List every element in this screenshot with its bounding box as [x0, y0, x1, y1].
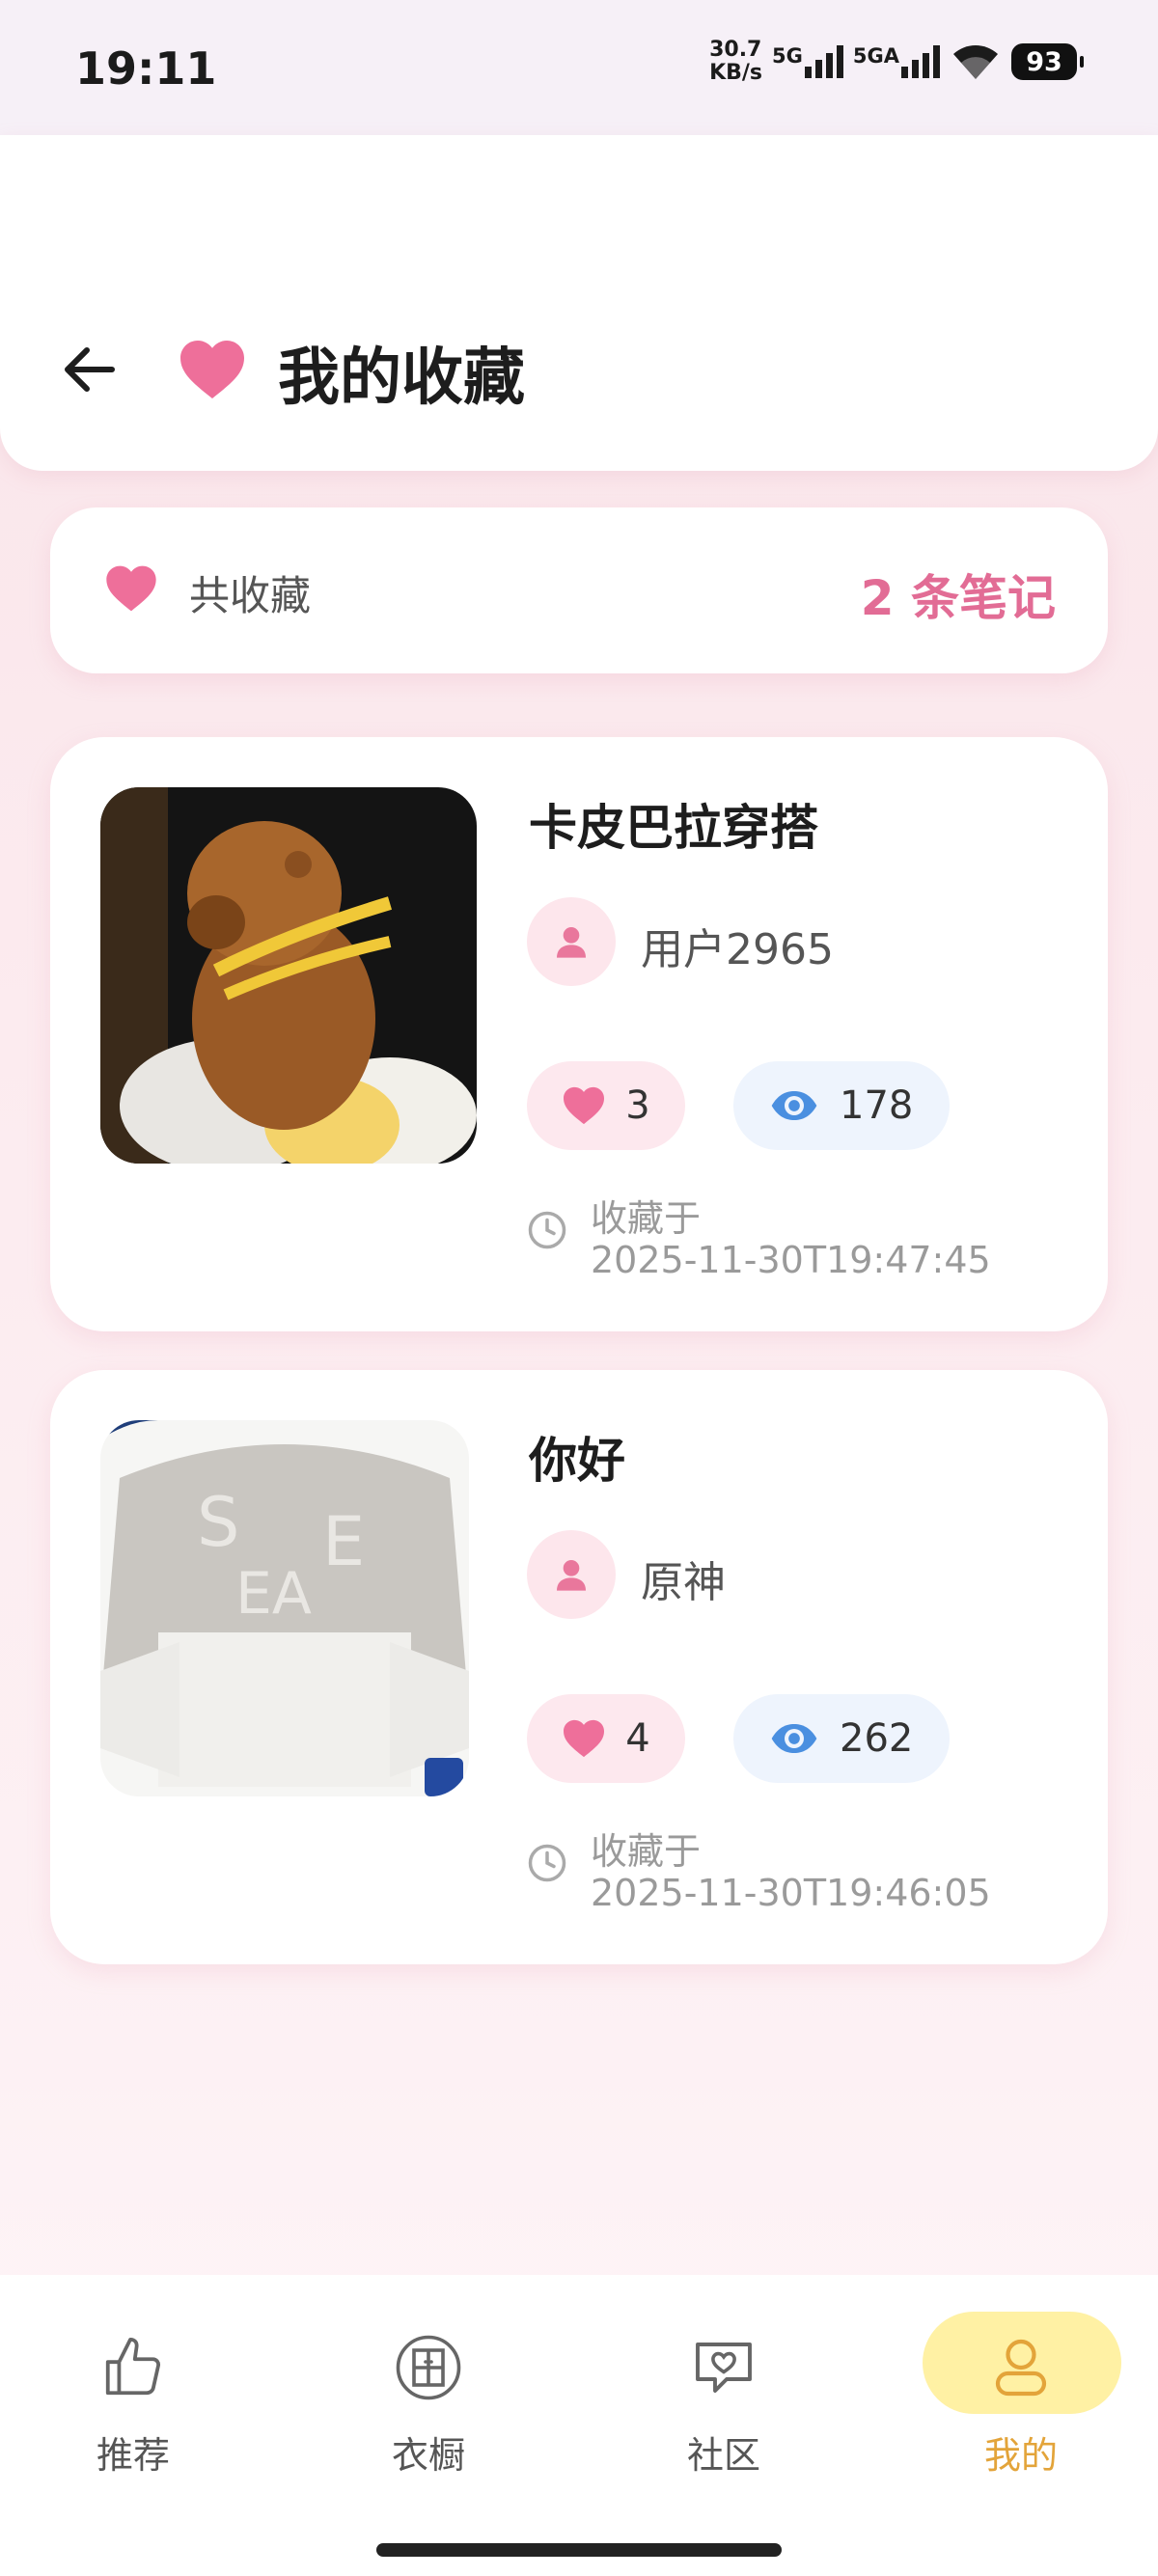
- clock-icon: [528, 1844, 566, 1882]
- wifi-icon: [953, 45, 998, 79]
- wardrobe-icon: [396, 2335, 461, 2400]
- author-avatar[interactable]: [527, 897, 616, 986]
- heart-icon: [180, 341, 244, 398]
- nav-label: 我的: [983, 2434, 1058, 2477]
- user-icon: [557, 927, 586, 958]
- signal-5ga: 5GA: [853, 45, 940, 78]
- note-title: 卡皮巴拉穿搭: [529, 800, 818, 856]
- summary-count: 2 条笔记: [860, 570, 1056, 626]
- page-title: 我的收藏: [278, 343, 525, 414]
- signal-bars-icon: [901, 45, 940, 78]
- nav-item-wardrobe[interactable]: 衣橱: [332, 2327, 525, 2481]
- svg-text:EA: EA: [235, 1560, 312, 1628]
- nav-item-community[interactable]: 社区: [627, 2327, 820, 2481]
- user-icon: [557, 1560, 586, 1591]
- header: [0, 135, 1158, 471]
- nav-label: 社区: [686, 2434, 760, 2477]
- clock-icon: [528, 1211, 566, 1249]
- bottom-navigation: 推荐 衣橱 社区 我的: [0, 2275, 1158, 2576]
- like-count: 4: [625, 1716, 650, 1761]
- view-count-badge: 262: [733, 1694, 951, 1783]
- network-speed: 30.7 KB/s: [709, 38, 763, 85]
- status-bar: 19:11 30.7 KB/s 5G 5GA 93: [0, 0, 1158, 135]
- heart-icon: [564, 1086, 605, 1125]
- like-count: 3: [625, 1083, 650, 1128]
- author-name[interactable]: 原神: [641, 1548, 726, 1609]
- favorite-note-card[interactable]: 卡皮巴拉穿搭 用户2965 3 178 收藏于 2025-11-30T19:47…: [50, 737, 1108, 1331]
- thumbs-up-icon: [105, 2337, 161, 2396]
- favorite-note-card[interactable]: S E EA 你好 原神 4 262 收藏于 2025-11-30T19:46:…: [50, 1370, 1108, 1964]
- view-count: 262: [840, 1716, 914, 1761]
- author-avatar[interactable]: [527, 1530, 616, 1619]
- signal-5g: 5G: [772, 45, 843, 78]
- like-count-badge[interactable]: 3: [527, 1061, 685, 1150]
- chat-heart-icon: [696, 2343, 752, 2393]
- favorited-time: 2025-11-30T19:47:45: [591, 1239, 991, 1281]
- favorited-label: 收藏于: [591, 1197, 702, 1240]
- heart-icon: [564, 1719, 605, 1758]
- capybara-plush-image: [100, 787, 477, 1164]
- view-count: 178: [840, 1083, 914, 1128]
- user-icon: [995, 2339, 1047, 2397]
- svg-text:S: S: [197, 1483, 239, 1562]
- status-time: 19:11: [75, 42, 217, 95]
- sweater-image: S E EA: [100, 1420, 469, 1796]
- note-thumbnail[interactable]: [100, 787, 477, 1164]
- favorites-summary: 共收藏 2 条笔记: [50, 507, 1108, 673]
- note-thumbnail[interactable]: S E EA: [100, 1420, 469, 1796]
- like-count-badge[interactable]: 4: [527, 1694, 685, 1783]
- nav-item-recommend[interactable]: 推荐: [37, 2327, 230, 2481]
- heart-icon: [106, 565, 156, 612]
- summary-label: 共收藏: [189, 572, 312, 619]
- nav-item-me[interactable]: 我的: [924, 2327, 1117, 2481]
- battery-indicator: 93: [1011, 43, 1084, 80]
- note-title: 你好: [529, 1433, 625, 1489]
- back-button[interactable]: [54, 335, 124, 404]
- svg-text:E: E: [322, 1502, 365, 1581]
- signal-bars-icon: [804, 45, 843, 78]
- eye-icon: [771, 1091, 817, 1120]
- home-indicator[interactable]: [376, 2543, 782, 2557]
- author-name[interactable]: 用户2965: [641, 915, 834, 976]
- favorited-time: 2025-11-30T19:46:05: [591, 1872, 991, 1914]
- arrow-left-icon: [65, 347, 115, 392]
- view-count-badge: 178: [733, 1061, 951, 1150]
- status-indicators: 30.7 KB/s 5G 5GA 93: [709, 38, 1084, 85]
- eye-icon: [771, 1724, 817, 1753]
- nav-label: 推荐: [96, 2434, 170, 2477]
- nav-label: 衣橱: [391, 2434, 465, 2477]
- favorited-label: 收藏于: [591, 1830, 702, 1873]
